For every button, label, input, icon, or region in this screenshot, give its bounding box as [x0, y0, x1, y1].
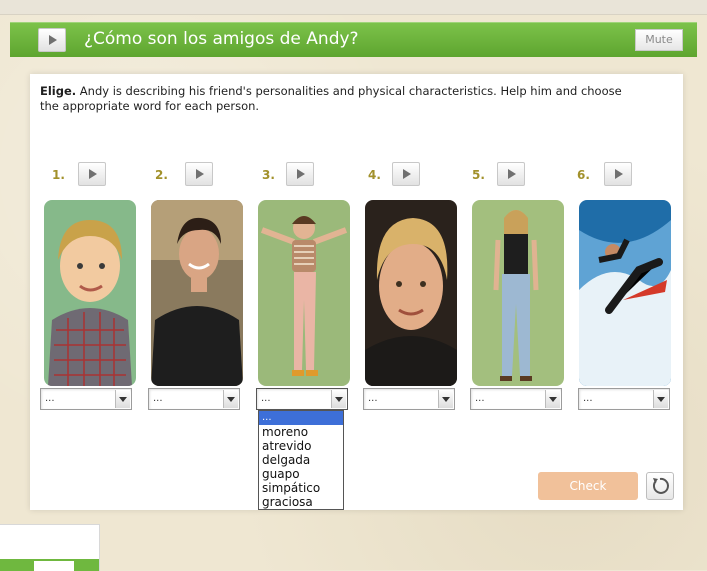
chevron-down-icon: [549, 397, 557, 402]
answer-select-5[interactable]: ...: [470, 388, 562, 410]
dropdown-button[interactable]: [653, 390, 668, 408]
chevron-down-icon: [442, 397, 450, 402]
play-icon: [297, 169, 305, 179]
item-3-audio-button[interactable]: [286, 162, 314, 186]
title-audio-button[interactable]: [38, 28, 66, 52]
play-icon: [196, 169, 204, 179]
photo-boy: [44, 200, 136, 386]
item-5-audio-button[interactable]: [497, 162, 525, 186]
dropdown-option[interactable]: atrevido: [259, 439, 343, 453]
reset-button[interactable]: [646, 472, 674, 500]
dropdown-option[interactable]: guapo: [259, 467, 343, 481]
item-6-audio-button[interactable]: [604, 162, 632, 186]
browser-top-strip: [0, 0, 707, 15]
select-value: ...: [45, 393, 55, 404]
dropdown-button[interactable]: [545, 390, 560, 408]
chevron-down-icon: [335, 397, 343, 402]
play-icon: [615, 169, 623, 179]
photo-young-man-smiling: [365, 200, 457, 386]
instructions-lead: Elige.: [40, 84, 77, 98]
item-1-audio-button[interactable]: [78, 162, 106, 186]
mute-button[interactable]: Mute: [635, 29, 683, 51]
chevron-down-icon: [657, 397, 665, 402]
dropdown-button[interactable]: [331, 390, 346, 408]
play-icon: [403, 169, 411, 179]
dropdown-button[interactable]: [438, 390, 453, 408]
instructions: Elige. Andy is describing his friend's p…: [40, 84, 640, 114]
item-2-audio-button[interactable]: [185, 162, 213, 186]
photo-surfer: [579, 200, 671, 386]
photo-girl-arms-out: [258, 200, 350, 386]
item-number-2: 2.: [155, 168, 168, 182]
answer-select-2[interactable]: ...: [148, 388, 240, 410]
dropdown-option-placeholder[interactable]: ...: [259, 411, 343, 425]
dropdown-button[interactable]: [223, 390, 238, 408]
answer-select-3[interactable]: ...: [256, 388, 348, 410]
play-icon: [49, 35, 57, 45]
answer-select-1[interactable]: ...: [40, 388, 132, 410]
answer-select-4[interactable]: ...: [363, 388, 455, 410]
item-number-5: 5.: [472, 168, 485, 182]
item-number-3: 3.: [262, 168, 275, 182]
activity-title: ¿Cómo son los amigos de Andy?: [84, 29, 359, 49]
activity-header: ¿Cómo son los amigos de Andy? Mute: [10, 22, 697, 57]
item-number-4: 4.: [368, 168, 381, 182]
dropdown-button[interactable]: [115, 390, 130, 408]
instructions-text: Andy is describing his friend's personal…: [40, 84, 622, 113]
photo-man-dark-sweater: [151, 200, 243, 386]
select-value: ...: [368, 393, 378, 404]
play-icon: [508, 169, 516, 179]
item-number-1: 1.: [52, 168, 65, 182]
select-value: ...: [261, 393, 271, 404]
activity-panel: Elige. Andy is describing his friend's p…: [30, 74, 683, 510]
play-icon: [89, 169, 97, 179]
answer-dropdown-list: ... moreno atrevido delgada guapo simpát…: [258, 410, 344, 510]
dropdown-option[interactable]: graciosa: [259, 495, 343, 509]
answer-select-6[interactable]: ...: [578, 388, 670, 410]
chevron-down-icon: [227, 397, 235, 402]
select-value: ...: [583, 393, 593, 404]
reset-icon: [653, 477, 669, 494]
dropdown-option[interactable]: simpático: [259, 481, 343, 495]
check-button[interactable]: Check: [538, 472, 638, 500]
dropdown-option[interactable]: delgada: [259, 453, 343, 467]
select-value: ...: [153, 393, 163, 404]
background-window-fragment: [0, 524, 100, 571]
chevron-down-icon: [119, 397, 127, 402]
item-number-6: 6.: [577, 168, 590, 182]
select-value: ...: [475, 393, 485, 404]
dropdown-option[interactable]: moreno: [259, 425, 343, 439]
photo-young-woman-jeans: [472, 200, 564, 386]
item-4-audio-button[interactable]: [392, 162, 420, 186]
